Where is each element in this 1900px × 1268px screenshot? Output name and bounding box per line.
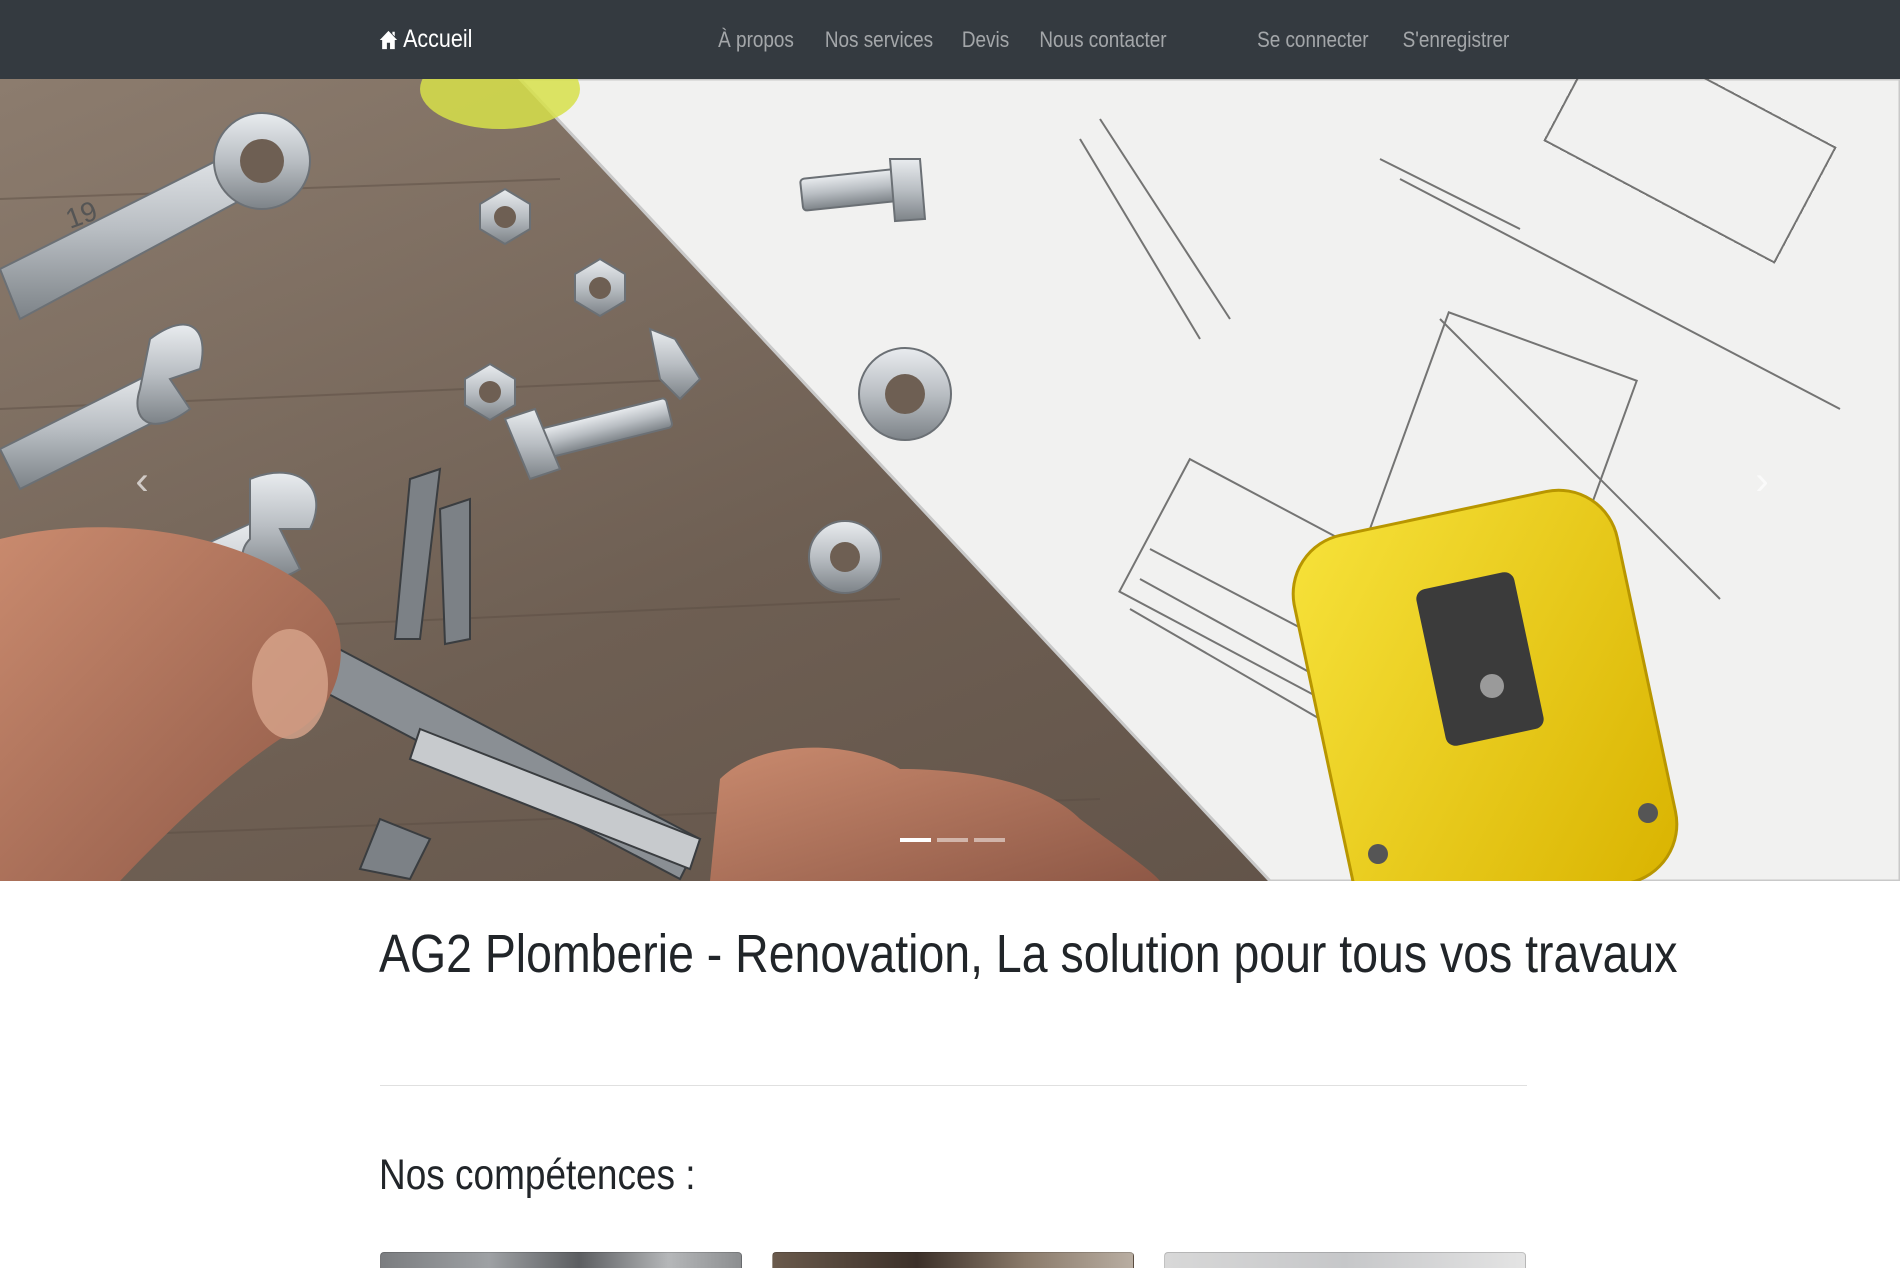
carousel-indicator-3[interactable] <box>974 838 1005 842</box>
carousel-indicators <box>900 838 1005 842</box>
section-divider <box>380 1085 1527 1086</box>
register-link[interactable]: S'enregistrer <box>1403 27 1510 53</box>
skill-card-image-1[interactable] <box>380 1252 742 1268</box>
carousel-indicator-1[interactable] <box>900 838 931 842</box>
nav-link-a-propos[interactable]: À propos <box>718 27 794 53</box>
skills-heading: Nos compétences : <box>379 1151 696 1199</box>
chevron-right-icon: › <box>1755 458 1769 503</box>
brand-home-link[interactable]: Accueil <box>379 0 472 79</box>
carousel-prev-button[interactable]: ‹ <box>122 451 162 511</box>
top-navbar: Accueil À propos Nos services Devis Nous… <box>0 0 1900 79</box>
account-nav: Se connecter S'enregistrer <box>1248 0 1518 79</box>
chevron-left-icon: ‹ <box>135 458 149 503</box>
hero-carousel: 19 ‹ › <box>0 79 1900 881</box>
skill-card-image-3[interactable] <box>1164 1252 1526 1268</box>
page-title: AG2 Plomberie - Renovation, La solution … <box>379 924 1678 984</box>
hero-slide-image: 19 <box>0 79 1900 881</box>
main-nav: À propos Nos services Devis Nous contact… <box>712 0 1177 79</box>
carousel-next-button[interactable]: › <box>1742 451 1782 511</box>
home-icon <box>379 29 398 51</box>
nav-link-nous-contacter[interactable]: Nous contacter <box>1039 27 1166 53</box>
brand-label: Accueil <box>403 25 473 53</box>
nav-link-devis[interactable]: Devis <box>962 27 1009 53</box>
login-link[interactable]: Se connecter <box>1257 27 1368 53</box>
carousel-indicator-2[interactable] <box>937 838 968 842</box>
skill-card-image-2[interactable] <box>772 1252 1134 1268</box>
nav-link-nos-services[interactable]: Nos services <box>825 27 933 53</box>
